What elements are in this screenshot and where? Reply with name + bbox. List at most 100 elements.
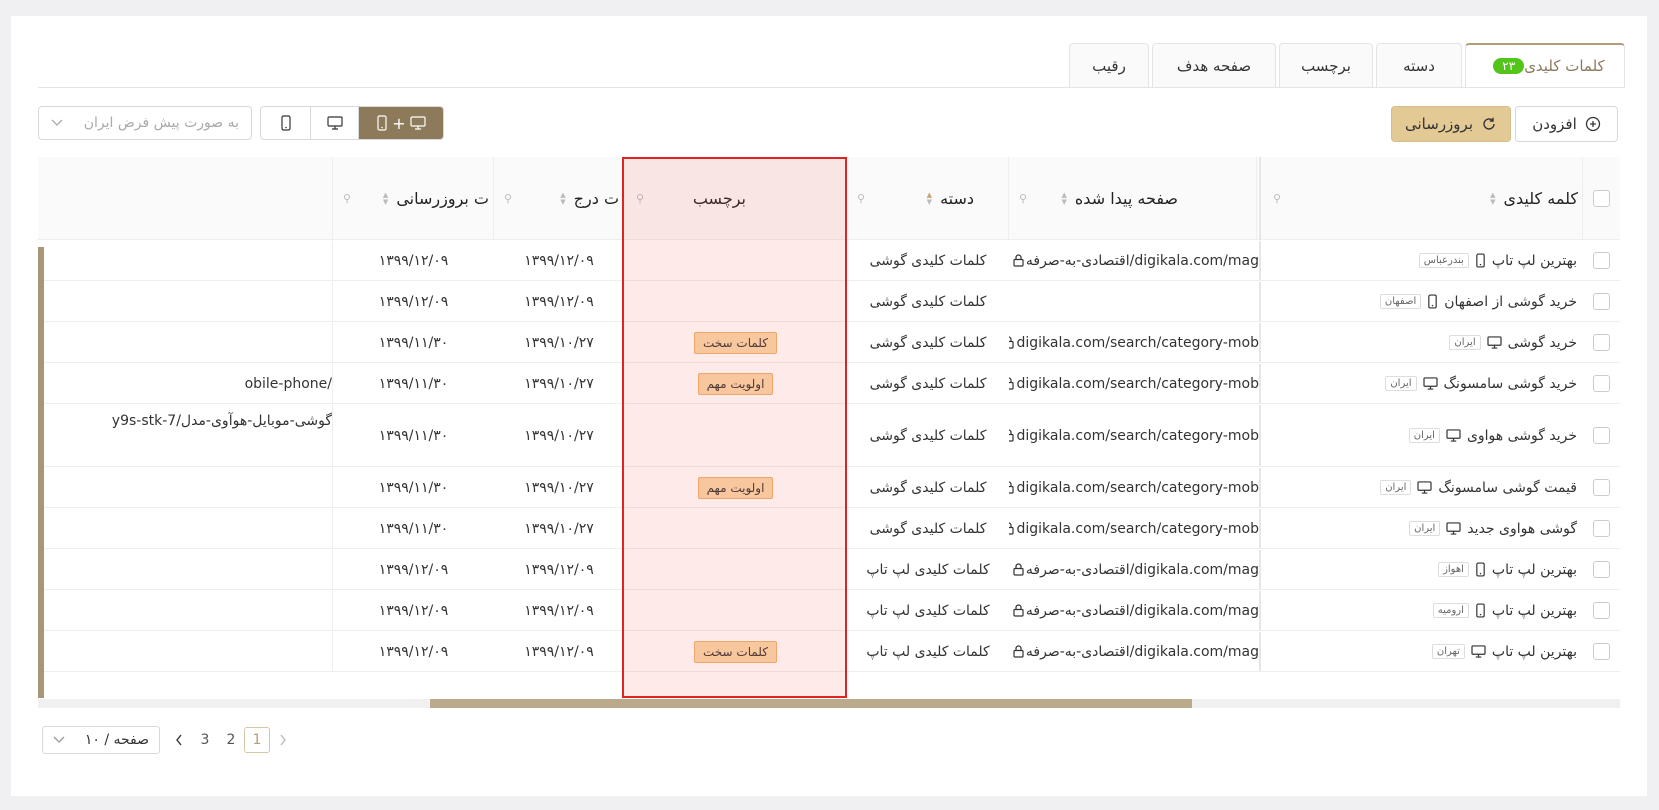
desktop-icon <box>1446 522 1461 535</box>
row-checkbox[interactable] <box>1593 252 1610 269</box>
found-page-cell: اقتصادی-به-صرفه/digikala.com/mag <box>1009 241 1259 280</box>
header-keyword-label: کلمه کلیدی <box>1503 189 1579 208</box>
chevron-down-icon <box>51 119 63 126</box>
row-checkbox[interactable] <box>1593 643 1610 660</box>
keyword-cell: خرید گوشی سامسونگ ایران <box>1259 364 1583 403</box>
insert-date-cell: ۱۳۹۹/۱۰/۲۷ <box>494 468 624 507</box>
add-button-label: افزودن <box>1532 115 1577 133</box>
location-label: اصفهان <box>1379 294 1422 309</box>
search-icon[interactable]: ⚲ <box>636 192 644 205</box>
sort-icon[interactable]: ▲ ▼ <box>927 191 932 206</box>
found-page-cell: digikala.com/search/category-mob <box>1009 468 1259 507</box>
header-insert-date-label: ت درج <box>573 189 619 208</box>
table-row[interactable]: بهترین لپ تاپ تهران اقتصادی-به-صرفه/digika… <box>38 632 1620 672</box>
location-select[interactable]: به صورت پیش فرض ایران <box>38 106 252 140</box>
target-page-cell <box>38 632 333 671</box>
found-page-link[interactable]: اقتصادی-به-صرفه/digikala.com/mag <box>1026 603 1259 619</box>
table-row[interactable]: خرید گوشی از اصفهان اصفهان کلمات کلیدی گوش… <box>38 282 1620 322</box>
tab-target-page-label: صفحه هدف <box>1176 56 1252 75</box>
add-button[interactable]: افزودن <box>1515 106 1618 142</box>
tag-label: کلمات سخت <box>694 331 777 354</box>
page-size-select[interactable]: ۱۰ / صفحه <box>42 726 160 754</box>
table-row[interactable]: بهترین لپ تاپ ارومیه اقتصادی-به-صرفه/digik… <box>38 591 1620 631</box>
refresh-button[interactable]: بروزرسانی <box>1391 106 1511 142</box>
tab-target-page[interactable]: صفحه هدف <box>1152 43 1276 87</box>
found-page-link[interactable]: اقتصادی-به-صرفه/digikala.com/mag <box>1026 644 1259 660</box>
device-desktop-option[interactable] <box>311 107 359 139</box>
row-checkbox[interactable] <box>1593 334 1610 351</box>
tab-bar: ۲۳ کلمات کلیدی دسته برچسب صفحه هدف رقیب <box>1069 43 1625 87</box>
sort-icon[interactable]: ▲ ▼ <box>1062 191 1067 206</box>
scrollbar-thumb[interactable] <box>430 699 1192 708</box>
table-row[interactable]: قیمت گوشی سامسونگ ایران digikala.com/searc… <box>38 468 1620 508</box>
table-row[interactable]: خرید گوشی سامسونگ ایران digikala.com/searc… <box>38 364 1620 404</box>
lock-icon <box>1009 522 1015 535</box>
keyword-text: خرید گوشی <box>1507 334 1577 351</box>
mobile-icon <box>1476 603 1485 618</box>
found-page-link[interactable]: digikala.com/search/category-mob <box>1016 480 1259 496</box>
table-row[interactable]: خرید گوشی هواوی ایران digikala.com/search/… <box>38 405 1620 467</box>
found-page-link[interactable]: اقتصادی-به-صرفه/digikala.com/mag <box>1026 253 1259 269</box>
keywords-table: ⚲ ▲ ▼ کلمه کلیدی ⚲ ▲ ▼ صفحه پیدا شده ⚲ ▲ ▼ … <box>38 157 1620 698</box>
page-size-label: ۱۰ / صفحه <box>84 732 149 748</box>
insert-date-cell: ۱۳۹۹/۱۲/۰۹ <box>494 550 624 589</box>
row-checkbox[interactable] <box>1593 561 1610 578</box>
device-mobile-option[interactable] <box>261 107 311 139</box>
keyword-text: خرید گوشی سامسونگ <box>1443 375 1577 392</box>
sort-icon[interactable]: ▲ ▼ <box>1490 191 1495 206</box>
search-icon[interactable]: ⚲ <box>504 192 512 205</box>
row-checkbox[interactable] <box>1593 427 1610 444</box>
search-icon[interactable]: ⚲ <box>1273 192 1281 205</box>
row-checkbox[interactable] <box>1593 602 1610 619</box>
sort-icon[interactable]: ▲ ▼ <box>560 191 565 206</box>
header-found-page: ⚲ ▲ ▼ صفحه پیدا شده <box>1009 157 1257 240</box>
table-row[interactable]: گوشی هواوی جدید ایران digikala.com/search/… <box>38 509 1620 549</box>
mobile-icon <box>1476 562 1485 577</box>
prev-page-button[interactable] <box>166 727 192 753</box>
search-icon[interactable]: ⚲ <box>343 192 351 205</box>
location-label: اهواز <box>1438 562 1469 577</box>
tab-competitor[interactable]: رقیب <box>1069 43 1149 87</box>
horizontal-scrollbar[interactable] <box>38 699 1620 708</box>
device-all-option[interactable]: + <box>359 107 443 139</box>
insert-date-text: ۱۳۹۹/۱۰/۲۷ <box>524 520 594 537</box>
keyword-cell: خرید گوشی از اصفهان اصفهان <box>1259 282 1583 321</box>
row-checkbox[interactable] <box>1593 375 1610 392</box>
insert-date-cell: ۱۳۹۹/۱۲/۰۹ <box>494 282 624 321</box>
select-all-checkbox[interactable] <box>1593 190 1610 207</box>
table-row[interactable]: بهترین لپ تاپ اهواز اقتصادی-به-صرفه/digika… <box>38 550 1620 590</box>
update-date-cell: ۱۳۹۹/۱۲/۰۹ <box>333 591 494 630</box>
tab-category[interactable]: دسته <box>1376 43 1462 87</box>
update-date-cell: ۱۳۹۹/۱۱/۳۰ <box>333 323 494 362</box>
found-page-link[interactable]: digikala.com/search/category-mob <box>1016 335 1259 351</box>
next-page-button[interactable] <box>270 727 296 753</box>
target-page-cell <box>38 468 333 507</box>
page-3[interactable]: 3 <box>192 727 218 753</box>
tab-tag[interactable]: برچسب <box>1279 43 1373 87</box>
sort-icon[interactable]: ▲ ▼ <box>383 191 388 206</box>
location-label: ایران <box>1408 428 1440 443</box>
found-page-link[interactable]: digikala.com/search/category-mob <box>1016 376 1259 392</box>
table-row[interactable]: خرید گوشی ایران digikala.com/search/catego… <box>38 323 1620 363</box>
row-checkbox[interactable] <box>1593 479 1610 496</box>
row-checkbox[interactable] <box>1593 293 1610 310</box>
found-page-link[interactable]: digikala.com/search/category-mob <box>1016 521 1259 537</box>
keyword-text: بهترین لپ تاپ <box>1491 643 1577 660</box>
lock-icon <box>1013 645 1024 658</box>
tag-label: کلمات سخت <box>694 640 777 663</box>
found-page-link[interactable]: اقتصادی-به-صرفه/digikala.com/mag <box>1026 562 1259 578</box>
category-text: کلمات کلیدی گوشی <box>869 293 987 310</box>
search-icon[interactable]: ⚲ <box>1019 192 1027 205</box>
device-icon <box>1471 645 1486 658</box>
tab-keywords[interactable]: ۲۳ کلمات کلیدی <box>1465 43 1625 87</box>
search-icon[interactable]: ⚲ <box>857 192 865 205</box>
table-row[interactable]: بهترین لپ تاپ بندرعباس اقتصادی-به-صرفه/dig… <box>38 241 1620 281</box>
page-1[interactable]: 1 <box>244 727 270 753</box>
row-checkbox[interactable] <box>1593 520 1610 537</box>
header-target-page <box>38 157 333 240</box>
page-2[interactable]: 2 <box>218 727 244 753</box>
keyword-cell: خرید گوشی هواوی ایران <box>1259 405 1583 466</box>
header-found-page-label: صفحه پیدا شده <box>1074 189 1178 208</box>
update-date-text: ۱۳۹۹/۱۲/۰۹ <box>378 602 449 619</box>
found-page-link[interactable]: digikala.com/search/category-mob <box>1016 428 1259 444</box>
